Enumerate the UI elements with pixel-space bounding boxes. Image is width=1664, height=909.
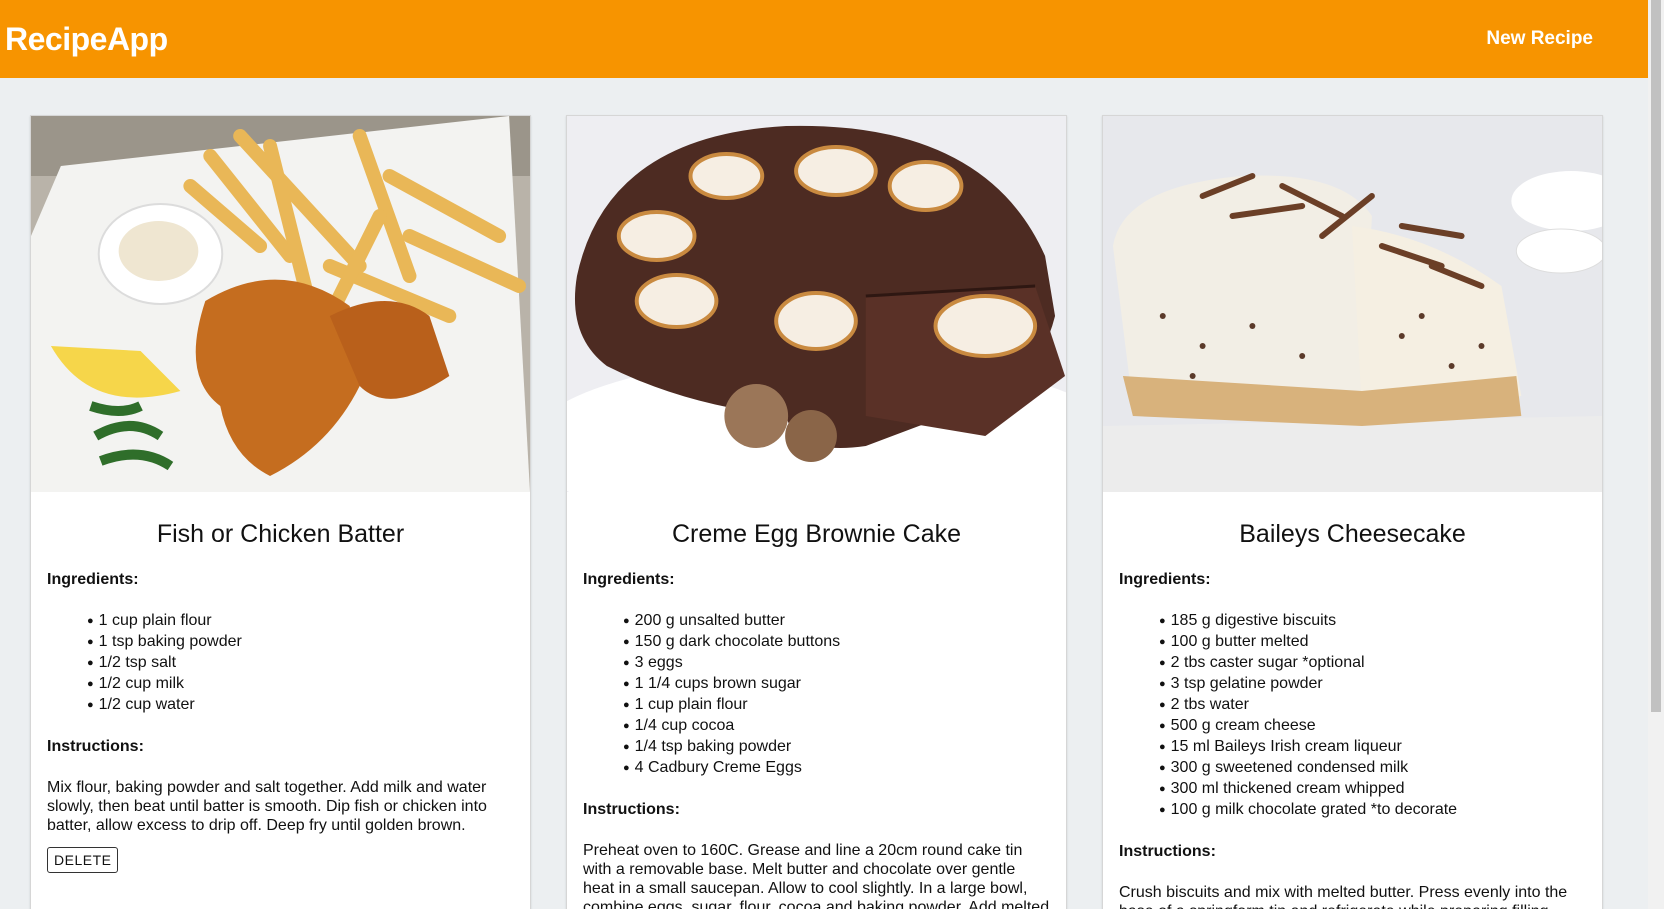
ingredient-item: 1 cup plain flour (87, 611, 514, 632)
ingredient-item: 2 tbs water (1159, 695, 1586, 716)
ingredient-item: 1 1/4 cups brown sugar (623, 674, 1050, 695)
ingredient-item: 3 tsp gelatine powder (1159, 674, 1586, 695)
ingredients-list: 200 g unsalted butter 150 g dark chocola… (583, 611, 1050, 779)
ingredient-item: 100 g milk chocolate grated *to decorate (1159, 800, 1586, 821)
recipe-title: Fish or Chicken Batter (156, 520, 405, 548)
recipe-title: Creme Egg Brownie Cake (671, 520, 961, 548)
scrollbar-thumb[interactable] (1651, 0, 1661, 712)
recipe-title: Baileys Cheesecake (1239, 520, 1466, 548)
ingredient-item: 1 tsp baking powder (87, 632, 514, 653)
top-navbar: RecipeApp New Recipe (0, 0, 1648, 78)
recipe-image-baileys-cheesecake (1103, 116, 1602, 492)
ingredient-item: 150 g dark chocolate buttons (623, 632, 1050, 653)
ingredient-item: 1/2 cup milk (87, 674, 514, 695)
recipe-card: Fish or Chicken Batter Ingredients: 1 cu… (30, 115, 531, 909)
ingredient-item: 15 ml Baileys Irish cream liqueur (1159, 737, 1586, 758)
ingredient-item: 1/4 cup cocoa (623, 716, 1050, 737)
ingredient-item: 4 Cadbury Creme Eggs (623, 758, 1050, 779)
ingredients-label: Ingredients: (47, 571, 139, 588)
ingredients-label: Ingredients: (583, 571, 675, 588)
ingredient-item: 2 tbs caster sugar *optional (1159, 653, 1586, 674)
delete-button[interactable]: DELETE (47, 847, 119, 873)
ingredients-label: Ingredients: (1119, 571, 1211, 588)
ingredient-item: 300 ml thickened cream whipped (1159, 779, 1586, 800)
recipe-card-list: Fish or Chicken Batter Ingredients: 1 cu… (30, 115, 1603, 909)
recipe-card: Creme Egg Brownie Cake Ingredients: 200 … (566, 115, 1067, 909)
ingredient-item: 100 g butter melted (1159, 632, 1586, 653)
ingredient-item: 185 g digestive biscuits (1159, 611, 1586, 632)
app-brand[interactable]: RecipeApp (0, 21, 168, 58)
instructions-text: Mix flour, baking powder and salt togeth… (47, 779, 487, 834)
ingredient-item: 1/2 cup water (87, 695, 514, 716)
instructions-text: Preheat oven to 160C. Grease and line a … (583, 842, 1050, 909)
recipe-image-fish-chips (31, 116, 530, 492)
ingredient-item: 200 g unsalted butter (623, 611, 1050, 632)
ingredient-item: 500 g cream cheese (1159, 716, 1586, 737)
ingredient-item: 1 cup plain flour (623, 695, 1050, 716)
page-scrollbar[interactable] (1648, 0, 1664, 909)
ingredients-list: 1 cup plain flour 1 tsp baking powder 1/… (47, 611, 514, 716)
new-recipe-link[interactable]: New Recipe (1486, 28, 1593, 50)
recipe-card-body: Creme Egg Brownie Cake Ingredients: 200 … (567, 492, 1066, 909)
instructions-text: Crush biscuits and mix with melted butte… (1119, 884, 1568, 909)
instructions-label: Instructions: (583, 801, 680, 818)
recipe-card: Baileys Cheesecake Ingredients: 185 g di… (1102, 115, 1603, 909)
ingredients-list: 185 g digestive biscuits 100 g butter me… (1119, 611, 1586, 821)
recipe-image-brownie-cake (567, 116, 1066, 492)
recipe-card-body: Fish or Chicken Batter Ingredients: 1 cu… (31, 492, 530, 873)
ingredient-item: 300 g sweetened condensed milk (1159, 758, 1586, 779)
recipe-card-body: Baileys Cheesecake Ingredients: 185 g di… (1103, 492, 1602, 909)
ingredient-item: 1/4 tsp baking powder (623, 737, 1050, 758)
instructions-label: Instructions: (1119, 843, 1216, 860)
ingredient-item: 1/2 tsp salt (87, 653, 514, 674)
instructions-label: Instructions: (47, 738, 144, 755)
app-viewport: RecipeApp New Recipe Fish or Chicken Bat… (0, 0, 1664, 909)
ingredient-item: 3 eggs (623, 653, 1050, 674)
